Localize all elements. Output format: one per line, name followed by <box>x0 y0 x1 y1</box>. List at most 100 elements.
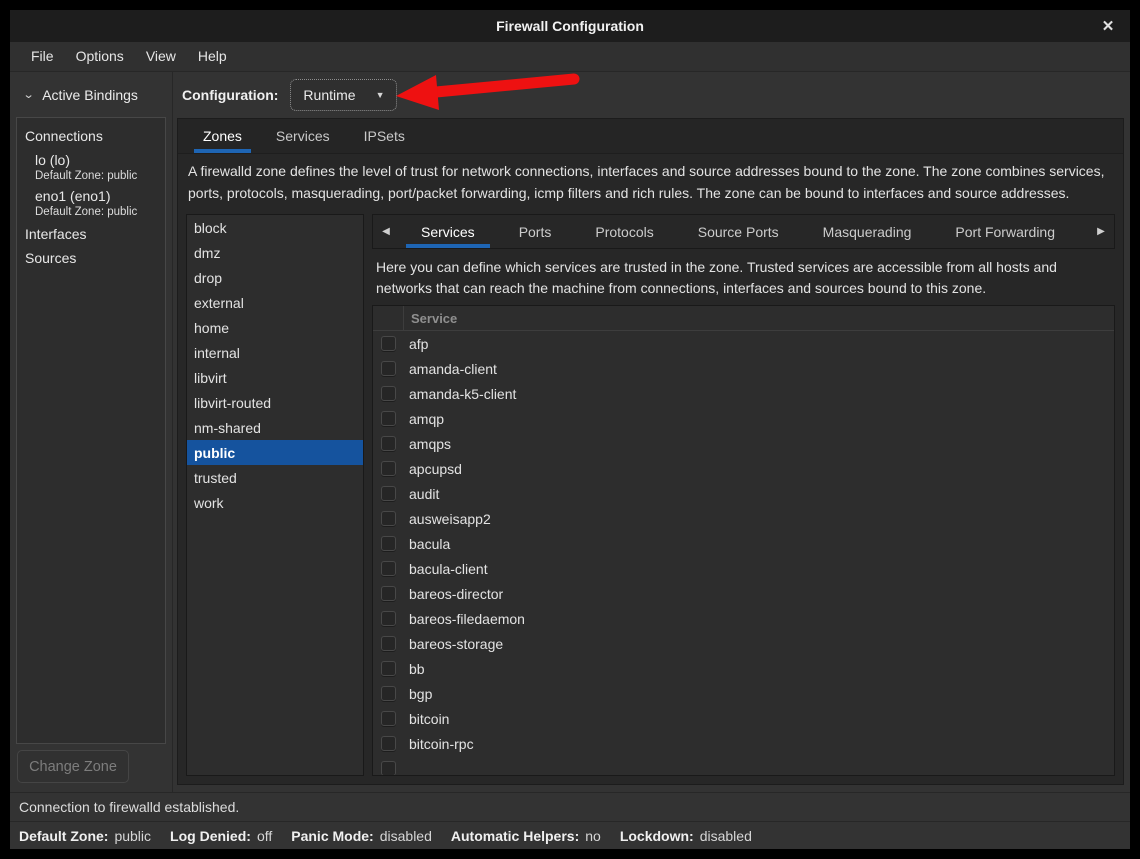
service-checkbox[interactable] <box>381 461 396 476</box>
service-row-amanda-client: amanda-client <box>373 356 1114 381</box>
footer-item-label: Log Denied: <box>170 828 251 844</box>
service-checkbox[interactable] <box>381 411 396 426</box>
tree-item-sources[interactable]: Sources <box>17 246 165 270</box>
zone-row-trusted[interactable]: trusted <box>187 465 363 490</box>
subtab-ports[interactable]: Ports <box>504 215 567 248</box>
zone-row-work[interactable]: work <box>187 490 363 515</box>
tree-item-interfaces[interactable]: Interfaces <box>17 222 165 246</box>
footer-item: Panic Mode: disabled <box>291 828 432 844</box>
tab-zones[interactable]: Zones <box>186 119 259 153</box>
tab-services[interactable]: Services <box>259 119 347 153</box>
service-row-bareos-director: bareos-director <box>373 581 1114 606</box>
zone-row-home[interactable]: home <box>187 315 363 340</box>
service-label: bgp <box>409 686 432 702</box>
change-zone-button[interactable]: Change Zone <box>17 750 129 783</box>
subtabs-scroll-left-icon[interactable]: ◀ <box>373 215 399 248</box>
connection-name: lo (lo) <box>35 152 157 168</box>
service-row-apcupsd: apcupsd <box>373 456 1114 481</box>
footer-item: Automatic Helpers:no <box>451 828 601 844</box>
service-checkbox[interactable] <box>381 686 396 701</box>
service-checkbox[interactable] <box>381 336 396 351</box>
zone-row-internal[interactable]: internal <box>187 340 363 365</box>
footer-item-label: Default Zone: <box>19 828 108 844</box>
zone-description: A firewalld zone defines the level of tr… <box>178 154 1123 210</box>
subtab-source-ports[interactable]: Source Ports <box>683 215 794 248</box>
services-description: Here you can define which services are t… <box>372 249 1115 305</box>
window-body: ⌄ Active Bindings Connections lo (lo)Def… <box>10 72 1130 792</box>
service-checkbox[interactable] <box>381 736 396 751</box>
service-row-bb: bb <box>373 656 1114 681</box>
service-checkbox[interactable] <box>381 761 396 776</box>
subtabs-scroll-right-icon[interactable]: ▶ <box>1088 215 1114 248</box>
footer-item: Lockdown:disabled <box>620 828 752 844</box>
service-label: ausweisapp2 <box>409 511 491 527</box>
subtab-masquerading[interactable]: Masquerading <box>808 215 927 248</box>
zone-subtab-strip: ◀ Services Ports Protocols Source Ports Masq… <box>372 214 1115 249</box>
service-row-bareos-storage: bareos-storage <box>373 631 1114 656</box>
connection-default-zone: Default Zone: public <box>35 206 157 218</box>
zone-row-nm-shared[interactable]: nm-shared <box>187 415 363 440</box>
zone-row-libvirt[interactable]: libvirt <box>187 365 363 390</box>
service-checkbox[interactable] <box>381 361 396 376</box>
main-tab-strip: ZonesServicesIPSets <box>178 119 1123 154</box>
subtab-protocols[interactable]: Protocols <box>580 215 668 248</box>
footer-item: Default Zone: public <box>19 828 151 844</box>
menu-file[interactable]: File <box>20 42 65 71</box>
configuration-dropdown[interactable]: Runtime ▼ <box>290 79 397 111</box>
zone-row-libvirt-routed[interactable]: libvirt-routed <box>187 390 363 415</box>
zone-row-dmz[interactable]: dmz <box>187 240 363 265</box>
service-column-header[interactable]: Service <box>404 306 1114 330</box>
service-label: apcupsd <box>409 461 462 477</box>
connection-name: eno1 (eno1) <box>35 188 157 204</box>
service-checkbox[interactable] <box>381 711 396 726</box>
footer-item-label: Lockdown: <box>620 828 694 844</box>
footer-item-label: Panic Mode: <box>291 828 373 844</box>
service-label: bacula <box>409 536 450 552</box>
service-checkbox[interactable] <box>381 586 396 601</box>
configuration-toolbar: Configuration: Runtime ▼ <box>173 72 1130 117</box>
zone-row-block[interactable]: block <box>187 215 363 240</box>
dropdown-arrow-icon: ▼ <box>376 90 385 100</box>
zone-list: blockdmzdropexternalhomeinternallibvirtl… <box>186 214 364 776</box>
service-label: bareos-filedaemon <box>409 611 525 627</box>
close-icon[interactable]: ✕ <box>1094 10 1122 42</box>
service-row-amqps: amqps <box>373 431 1114 456</box>
checkbox-column-header <box>373 306 404 330</box>
service-row-bacula-client: bacula-client <box>373 556 1114 581</box>
service-checkbox[interactable] <box>381 436 396 451</box>
service-checkbox[interactable] <box>381 536 396 551</box>
menu-view[interactable]: View <box>135 42 187 71</box>
subtab-port-forwarding[interactable]: Port Forwarding <box>940 215 1070 248</box>
service-checkbox[interactable] <box>381 386 396 401</box>
subtab-services[interactable]: Services <box>406 215 490 248</box>
service-checkbox[interactable] <box>381 611 396 626</box>
active-bindings-expander[interactable]: ⌄ Active Bindings <box>10 72 172 117</box>
main-notebook: ZonesServicesIPSets A firewalld zone def… <box>177 118 1124 785</box>
service-checkbox[interactable] <box>381 636 396 651</box>
connection-item[interactable]: eno1 (eno1) Default Zone: public <box>17 184 165 220</box>
zone-row-drop[interactable]: drop <box>187 265 363 290</box>
service-checkbox[interactable] <box>381 561 396 576</box>
sidebar-footer: Change Zone <box>10 744 172 792</box>
service-checkbox[interactable] <box>381 661 396 676</box>
service-checkbox[interactable] <box>381 486 396 501</box>
connection-item[interactable]: lo (lo)Default Zone: public <box>17 148 165 184</box>
tree-item-connections[interactable]: Connections <box>17 124 165 148</box>
menu-help[interactable]: Help <box>187 42 238 71</box>
zone-row-public[interactable]: public <box>187 440 363 465</box>
footer-item-value: public <box>114 828 151 844</box>
tab-ipsets[interactable]: IPSets <box>347 119 422 153</box>
service-checkbox[interactable] <box>381 511 396 526</box>
configuration-label: Configuration: <box>182 87 278 103</box>
service-label: amqp <box>409 411 444 427</box>
service-row-partial <box>373 756 1114 776</box>
footer-item-value: disabled <box>380 828 432 844</box>
configuration-value: Runtime <box>303 87 355 103</box>
service-row-bareos-filedaemon: bareos-filedaemon <box>373 606 1114 631</box>
zone-row-external[interactable]: external <box>187 290 363 315</box>
status-message: Connection to firewalld established. <box>19 799 239 815</box>
menu-options[interactable]: Options <box>65 42 135 71</box>
firewall-config-window: Firewall Configuration ✕ FileOptionsView… <box>10 10 1130 849</box>
active-bindings-label: Active Bindings <box>42 87 138 103</box>
titlebar: Firewall Configuration ✕ <box>10 10 1130 42</box>
